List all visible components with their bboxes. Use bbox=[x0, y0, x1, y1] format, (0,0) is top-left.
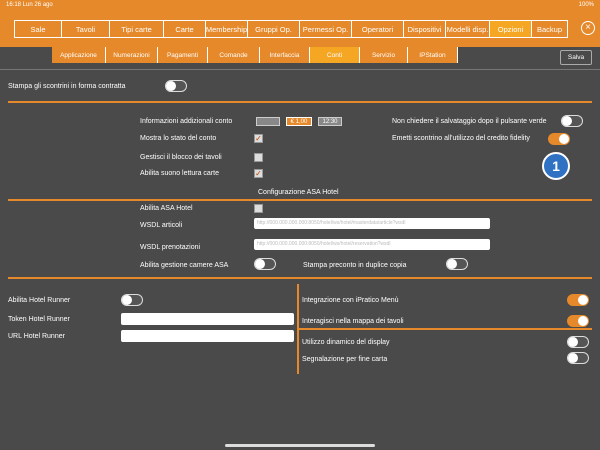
display-dinamico-label: Utilizzo dinamico del display bbox=[302, 339, 390, 346]
sub-tabs: Applicazione Numerazioni Pagamenti Comande I… bbox=[52, 47, 458, 63]
step-number-badge: 1 bbox=[542, 152, 570, 180]
subtab-ipstation[interactable]: IPStation bbox=[408, 47, 458, 63]
tab-operatori[interactable]: Operatori bbox=[352, 20, 404, 38]
mostra-stato-checkbox[interactable]: ✓ bbox=[254, 134, 263, 143]
gestione-camere-toggle[interactable] bbox=[254, 258, 276, 270]
wsdl-articoli-input[interactable]: http://000.000.000.000:8050/hotel/ws/hot… bbox=[254, 218, 490, 229]
top-navigation: Sale Tavoli Tipi carte Carte Membership Grupp… bbox=[0, 10, 600, 47]
mappa-tavoli-label: Interagisci nella mappa dei tavoli bbox=[302, 318, 404, 325]
tab-gruppi-op-[interactable]: Gruppi Op. bbox=[248, 20, 300, 38]
stampa-contratta-toggle[interactable] bbox=[165, 80, 187, 92]
url-runner-label: URL Hotel Runner bbox=[8, 333, 65, 340]
top-tabs: Sale Tavoli Tipi carte Carte Membership Grupp… bbox=[14, 20, 568, 38]
tab-opzioni[interactable]: Opzioni bbox=[490, 20, 532, 38]
fine-carta-toggle[interactable] bbox=[567, 352, 589, 364]
token-runner-input[interactable] bbox=[121, 313, 294, 325]
save-button[interactable]: Salva bbox=[560, 50, 592, 65]
abilita-asa-checkbox[interactable] bbox=[254, 204, 263, 213]
status-time: 16:18 Lun 26 ago bbox=[6, 2, 53, 8]
subtab-numerazioni[interactable]: Numerazioni bbox=[106, 47, 158, 63]
abilita-asa-label: Abilita ASA Hotel bbox=[140, 205, 193, 212]
info-option-time[interactable]: 12:30 bbox=[318, 117, 342, 126]
subtab-conti[interactable]: Conti bbox=[310, 47, 360, 63]
non-chiedere-toggle[interactable] bbox=[561, 115, 583, 127]
subtab-interfaccia[interactable]: Interfaccia bbox=[260, 47, 310, 63]
tab-sale[interactable]: Sale bbox=[14, 20, 62, 38]
non-chiedere-label: Non chiedere il salvataggio dopo il puls… bbox=[392, 118, 547, 125]
battery-indicator: 100% bbox=[578, 2, 594, 8]
asa-section-title: Configurazione ASA Hotel bbox=[258, 189, 339, 196]
section-divider bbox=[8, 199, 592, 201]
sub-navigation: Applicazione Numerazioni Pagamenti Comande I… bbox=[0, 47, 600, 69]
section-divider bbox=[8, 277, 592, 279]
token-runner-label: Token Hotel Runner bbox=[8, 316, 70, 323]
fine-carta-label: Segnalazione per fine carta bbox=[302, 356, 388, 363]
ipratico-menu-label: Integrazione con iPratico Menù bbox=[302, 297, 399, 304]
abilita-suono-checkbox[interactable]: ✓ bbox=[254, 169, 263, 178]
emetti-scontrino-label: Emetti scontrino all'utilizzo del credit… bbox=[392, 135, 530, 142]
gestisci-blocco-checkbox[interactable] bbox=[254, 153, 263, 162]
emetti-scontrino-toggle[interactable] bbox=[548, 133, 570, 145]
tab-tavoli[interactable]: Tavoli bbox=[62, 20, 110, 38]
section-divider bbox=[8, 101, 592, 103]
subtab-comande[interactable]: Comande bbox=[208, 47, 260, 63]
tab-carte[interactable]: Carte bbox=[164, 20, 206, 38]
url-runner-input[interactable] bbox=[121, 330, 294, 342]
stampa-contratta-label: Stampa gli scontrini in forma contratta bbox=[8, 83, 126, 90]
home-indicator bbox=[225, 444, 375, 447]
info-aggiuntive-label: Informazioni addizionali conto bbox=[140, 118, 233, 125]
display-dinamico-toggle[interactable] bbox=[567, 336, 589, 348]
ipratico-menu-toggle[interactable] bbox=[567, 294, 589, 306]
abilita-runner-label: Abilita Hotel Runner bbox=[8, 297, 71, 304]
wsdl-prenotazioni-label: WSDL prenotazioni bbox=[140, 244, 201, 251]
subtab-applicazione[interactable]: Applicazione bbox=[52, 47, 106, 63]
abilita-suono-label: Abilita suono lettura carte bbox=[140, 170, 219, 177]
abilita-runner-toggle[interactable] bbox=[121, 294, 143, 306]
subtab-pagamenti[interactable]: Pagamenti bbox=[158, 47, 208, 63]
preconto-duplice-label: Stampa preconto in duplice copia bbox=[303, 262, 407, 269]
info-option-blank[interactable] bbox=[256, 117, 280, 126]
wsdl-articoli-label: WSDL articoli bbox=[140, 222, 183, 229]
info-option-price[interactable]: € 1,00 bbox=[286, 117, 312, 126]
subtab-servizio[interactable]: Servizio bbox=[360, 47, 408, 63]
tab-modelli-disp-[interactable]: Modelli disp. bbox=[446, 20, 490, 38]
tab-membership[interactable]: Membership bbox=[206, 20, 248, 38]
status-bar: 16:18 Lun 26 ago 100% bbox=[0, 0, 600, 10]
close-icon[interactable]: × bbox=[581, 21, 595, 35]
wsdl-prenotazioni-input[interactable]: http://000.000.000.000:8050/hotel/ws/hot… bbox=[254, 239, 490, 250]
section-divider bbox=[297, 328, 592, 330]
tab-permessi-op-[interactable]: Permessi Op. bbox=[300, 20, 352, 38]
divider bbox=[0, 69, 600, 70]
gestione-camere-label: Abilita gestione camere ASA bbox=[140, 262, 229, 269]
gestisci-blocco-label: Gestisci il blocco dei tavoli bbox=[140, 154, 222, 161]
tab-tipi-carte[interactable]: Tipi carte bbox=[110, 20, 164, 38]
preconto-duplice-toggle[interactable] bbox=[446, 258, 468, 270]
tab-backup[interactable]: Backup bbox=[532, 20, 568, 38]
tab-dispositivi[interactable]: Dispositivi bbox=[404, 20, 446, 38]
mostra-stato-label: Mostra lo stato del conto bbox=[140, 135, 217, 142]
mappa-tavoli-toggle[interactable] bbox=[567, 315, 589, 327]
